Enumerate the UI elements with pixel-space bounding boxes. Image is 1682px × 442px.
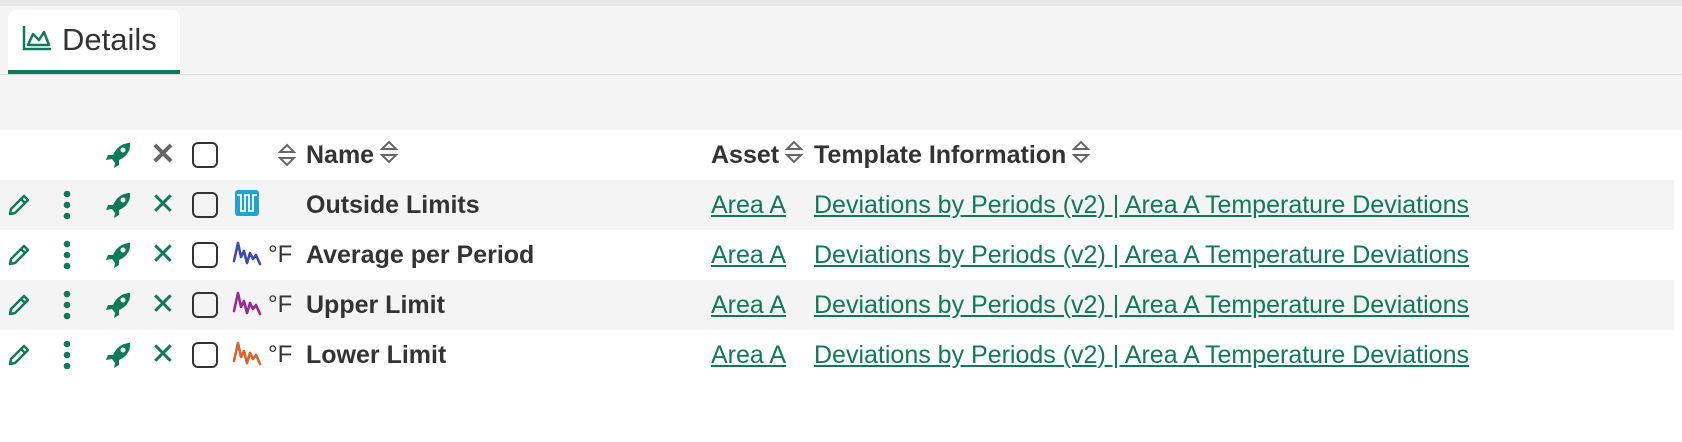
rocket-icon[interactable] [96,141,142,169]
remove-icon[interactable]: ✕ [150,240,175,270]
signal-swatch [232,289,262,322]
sort-icon[interactable] [380,139,399,172]
condition-swatch [234,189,260,222]
signal-swatch [232,339,262,372]
item-name: Lower Limit [306,340,447,369]
row-checkbox[interactable] [192,242,218,268]
item-name: Outside Limits [306,190,480,219]
template-link[interactable]: Deviations by Periods (v2) | Area A Temp… [814,341,1469,369]
pencil-icon[interactable] [0,342,38,368]
unit-label: °F [268,291,293,318]
rocket-icon[interactable] [96,241,142,269]
unit-label: °F [268,241,293,268]
sort-icon[interactable] [268,142,306,168]
unit-label: °F [268,341,293,368]
details-table: ✕ Name Asset Template Information ✕ Outs… [0,130,1674,380]
toolbar-area [0,75,1682,130]
pencil-icon[interactable] [0,242,38,268]
table-row: ✕ Outside Limits Area A Deviations by Pe… [0,180,1674,230]
table-row: ✕ °F Upper Limit Area A Deviations by Pe… [0,280,1674,330]
tab-details[interactable]: Details [8,10,180,74]
row-checkbox[interactable] [192,292,218,318]
more-options-icon[interactable] [38,190,96,220]
close-icon[interactable]: ✕ [150,140,175,170]
more-options-icon[interactable] [38,290,96,320]
pencil-icon[interactable] [0,292,38,318]
remove-icon[interactable]: ✕ [150,290,175,320]
tab-label: Details [62,22,157,57]
template-link[interactable]: Deviations by Periods (v2) | Area A Temp… [814,291,1469,319]
column-header-template[interactable]: Template Information [814,141,1066,170]
more-options-icon[interactable] [38,240,96,270]
area-chart-icon [22,25,52,56]
asset-link[interactable]: Area A [711,341,786,369]
row-checkbox[interactable] [192,342,218,368]
item-name: Average per Period [306,240,535,269]
table-row: ✕ °F Lower Limit Area A Deviations by Pe… [0,330,1674,380]
asset-link[interactable]: Area A [711,291,786,319]
rocket-icon[interactable] [96,191,142,219]
table-row: ✕ °F Average per Period Area A Deviation… [0,230,1674,280]
tab-bar: Details [0,6,1682,75]
header-row: ✕ Name Asset Template Information [0,130,1674,180]
rocket-icon[interactable] [96,341,142,369]
asset-link[interactable]: Area A [711,241,786,269]
template-link[interactable]: Deviations by Periods (v2) | Area A Temp… [814,191,1469,219]
sort-icon[interactable] [785,139,804,172]
item-name: Upper Limit [306,290,445,319]
remove-icon[interactable]: ✕ [150,190,175,220]
template-link[interactable]: Deviations by Periods (v2) | Area A Temp… [814,241,1469,269]
remove-icon[interactable]: ✕ [150,340,175,370]
asset-link[interactable]: Area A [711,191,786,219]
column-header-name[interactable]: Name [306,141,374,170]
more-options-icon[interactable] [38,340,96,370]
row-checkbox[interactable] [192,192,218,218]
rocket-icon[interactable] [96,291,142,319]
signal-swatch [232,239,262,272]
select-all-checkbox[interactable] [192,142,218,168]
column-header-asset[interactable]: Asset [711,141,779,170]
pencil-icon[interactable] [0,192,38,218]
sort-icon[interactable] [1072,139,1091,172]
